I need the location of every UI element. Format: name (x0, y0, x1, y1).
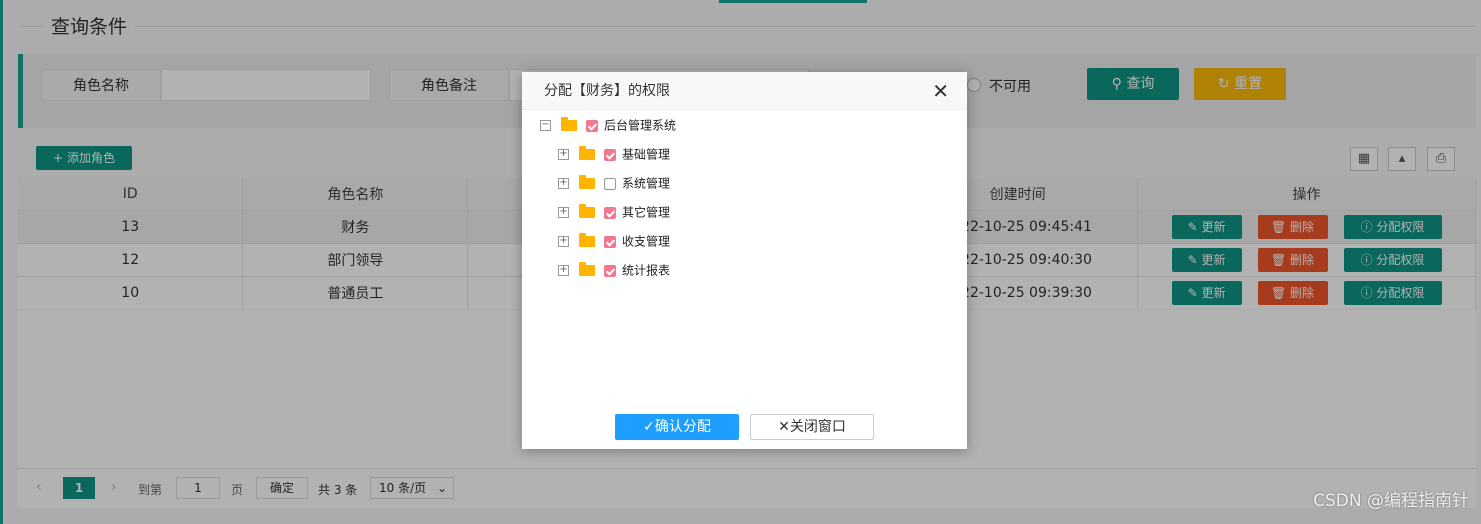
dialog-title: 分配【财务】的权限 (544, 83, 670, 99)
expand-icon[interactable]: + (558, 236, 569, 247)
tree-node-child[interactable]: + 统计报表 (558, 260, 670, 280)
tree-node-root[interactable]: − 后台管理系统 (540, 115, 676, 135)
tree-node-child[interactable]: + 其它管理 (558, 202, 670, 222)
node-checkbox[interactable] (604, 177, 616, 190)
tree-node-child[interactable]: + 收支管理 (558, 231, 670, 251)
watermark: CSDN @编程指南针 (1313, 491, 1469, 511)
check-icon: ✓ (643, 419, 655, 435)
folder-open-icon (561, 117, 577, 131)
node-checkbox[interactable] (604, 148, 616, 161)
folder-icon (579, 146, 595, 160)
dialog-header: 分配【财务】的权限 ✕ (522, 72, 967, 110)
close-icon[interactable]: ✕ (932, 72, 949, 110)
expand-icon[interactable]: + (558, 149, 569, 160)
collapse-icon[interactable]: − (540, 120, 551, 131)
tree-node-child[interactable]: + 基础管理 (558, 144, 670, 164)
expand-icon[interactable]: + (558, 178, 569, 189)
root-checkbox[interactable] (586, 119, 598, 132)
folder-icon (579, 233, 595, 247)
node-checkbox[interactable] (604, 206, 616, 219)
node-checkbox[interactable] (604, 264, 616, 277)
node-checkbox[interactable] (604, 235, 616, 248)
confirm-assign-button[interactable]: ✓确认分配 (615, 414, 739, 440)
close-icon: ✕ (778, 419, 790, 435)
expand-icon[interactable]: + (558, 207, 569, 218)
folder-icon (579, 204, 595, 218)
expand-icon[interactable]: + (558, 265, 569, 276)
folder-icon (579, 262, 595, 276)
permission-dialog: 分配【财务】的权限 ✕ − 后台管理系统 + 基础管理 + 系统管理 + 其它管理 + 收… (522, 72, 967, 449)
close-window-button[interactable]: ✕关闭窗口 (750, 414, 874, 440)
tree-node-child[interactable]: + 系统管理 (558, 173, 670, 193)
folder-icon (579, 175, 595, 189)
